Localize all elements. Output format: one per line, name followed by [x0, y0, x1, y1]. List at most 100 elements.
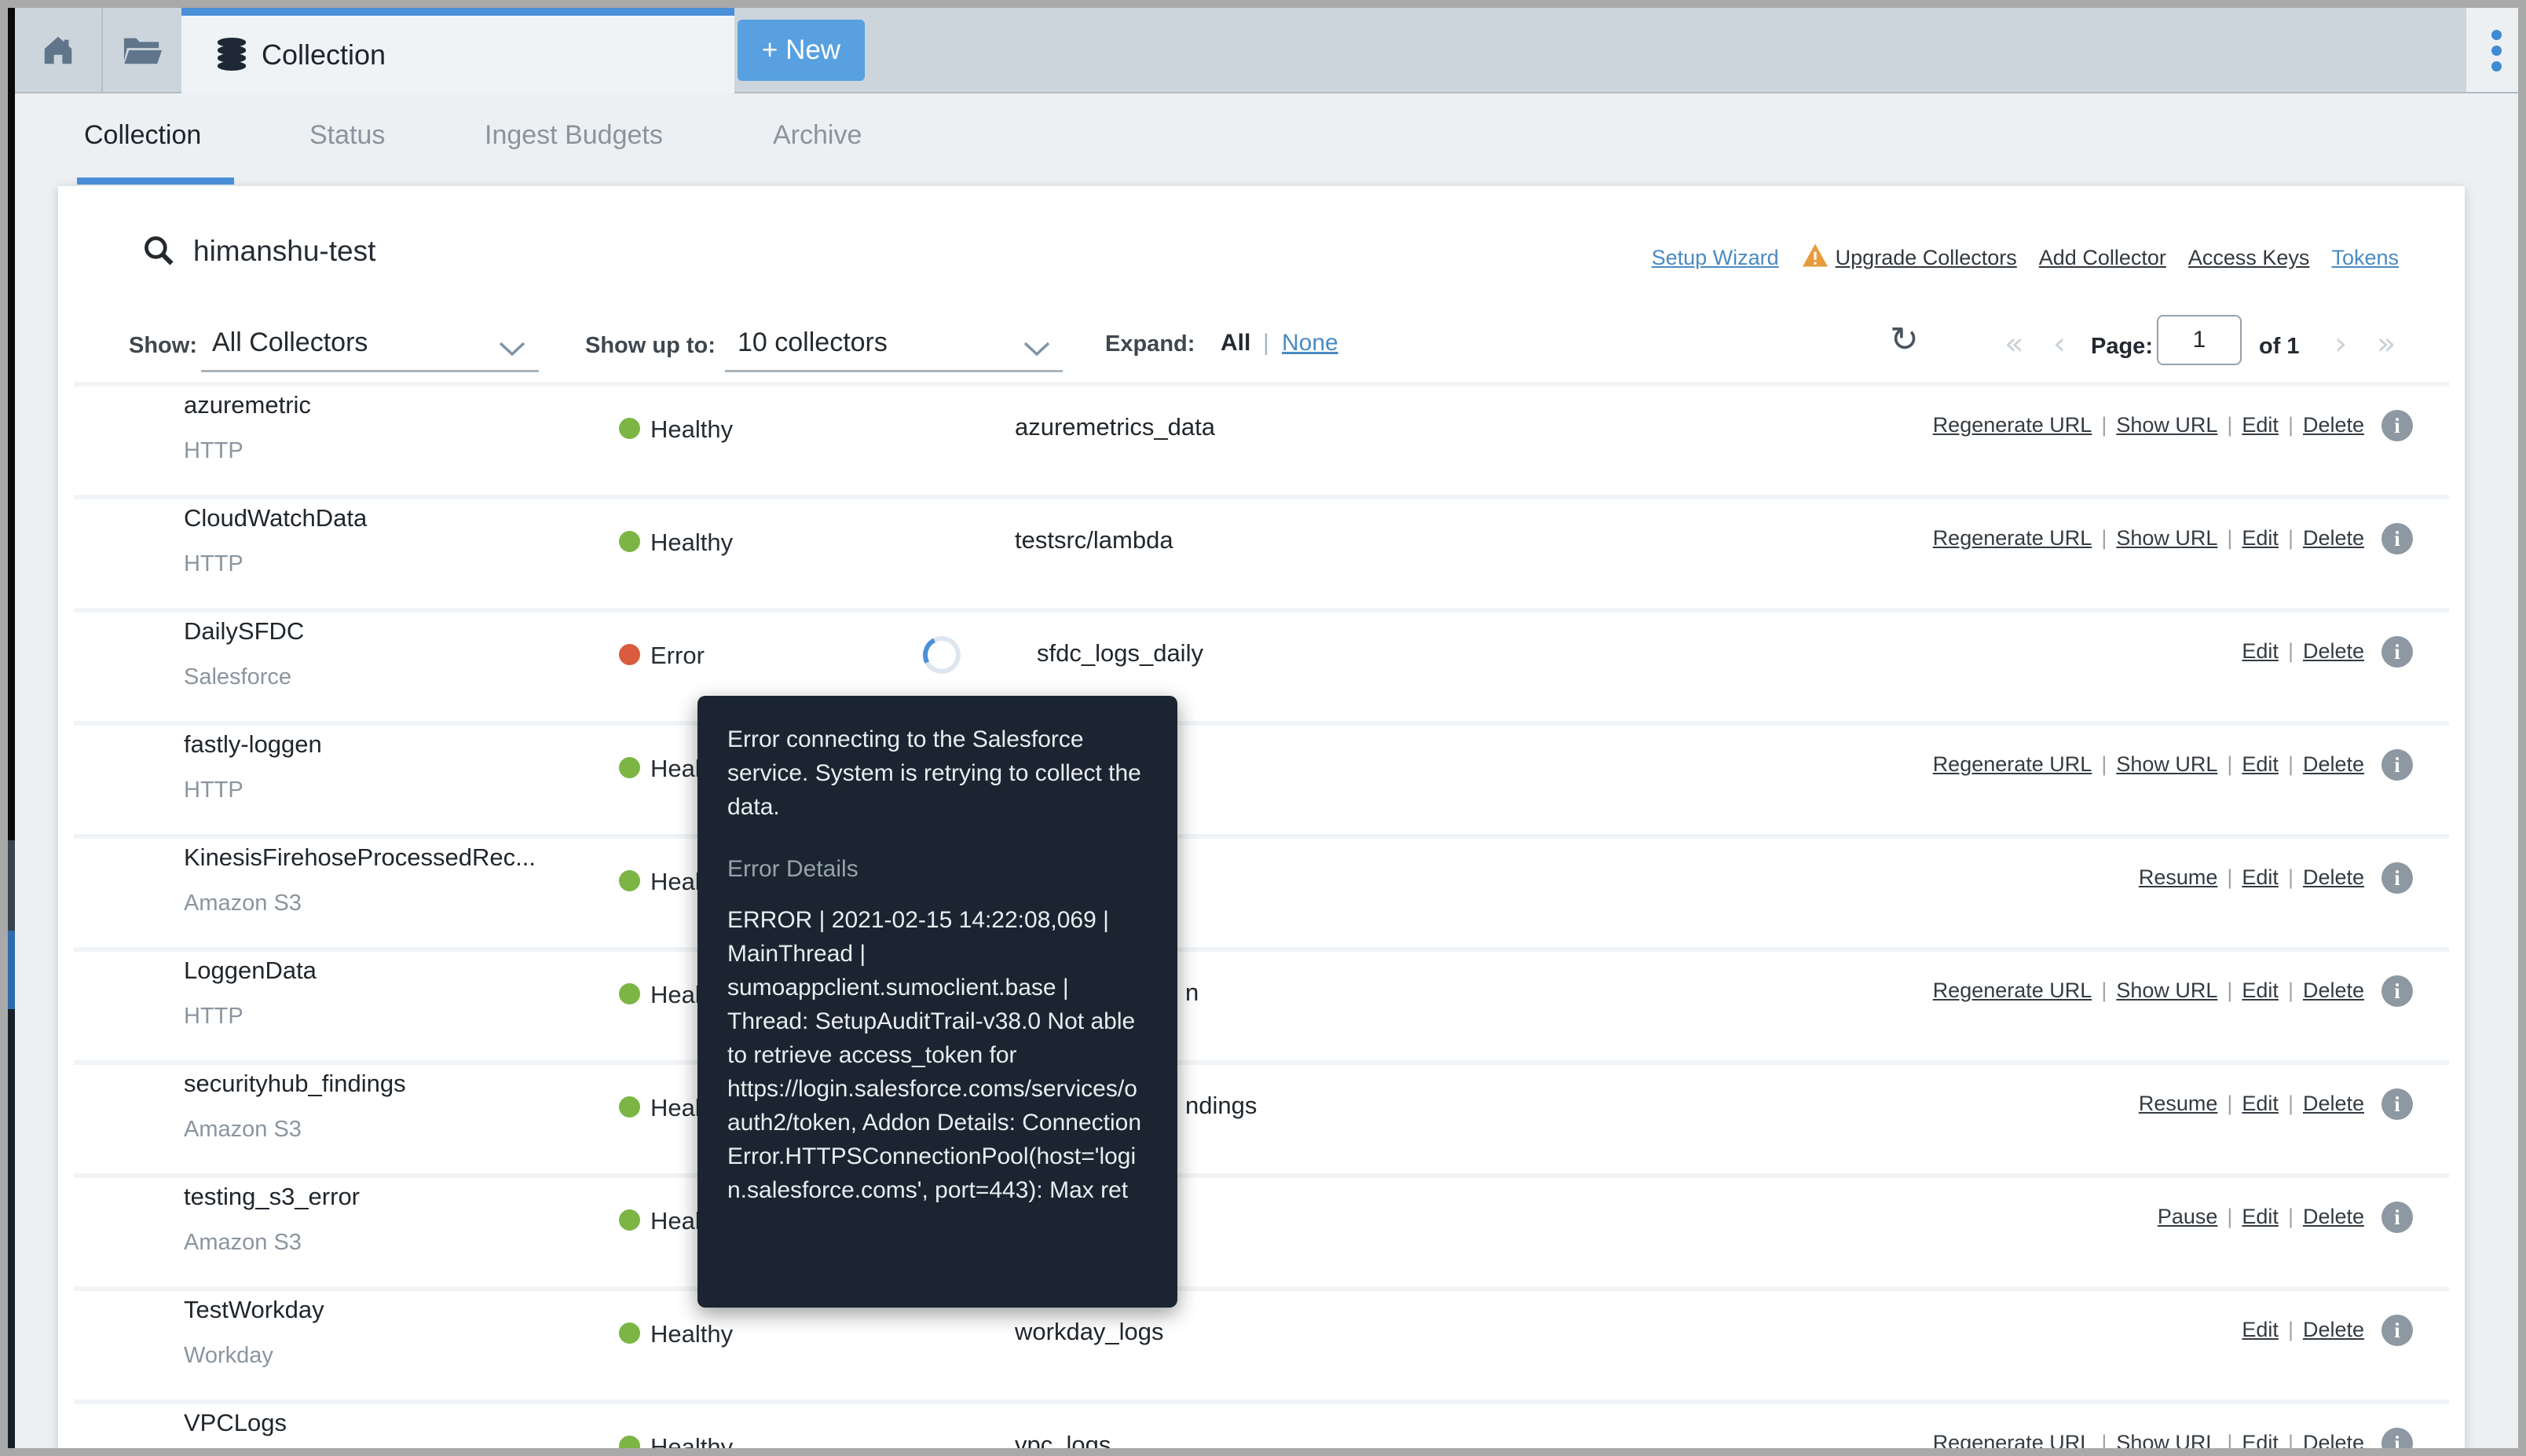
collector-type: HTTP	[184, 777, 243, 803]
next-page-icon[interactable]: ›	[2334, 326, 2347, 362]
row-action-regenerate-url[interactable]: Regenerate URL	[1933, 526, 2092, 550]
row-action-edit[interactable]: Edit	[2242, 979, 2279, 1002]
collector-name[interactable]: fastly-loggen	[184, 730, 322, 759]
collector-name[interactable]: TestWorkday	[184, 1296, 324, 1324]
active-subtab-underline	[77, 177, 234, 185]
home-tab[interactable]	[15, 8, 103, 92]
collector-name[interactable]: VPCLogs	[184, 1409, 287, 1437]
row-action-delete[interactable]: Delete	[2303, 1205, 2364, 1228]
subtab-collection[interactable]: Collection	[84, 120, 201, 151]
row-action-edit[interactable]: Edit	[2242, 1205, 2279, 1228]
row-actions: Resume | Edit | Delete	[2138, 865, 2364, 889]
row-action-edit[interactable]: Edit	[2242, 865, 2279, 889]
info-icon[interactable]: i	[2381, 523, 2413, 554]
link-access-keys[interactable]: Access Keys	[2188, 246, 2310, 270]
link-setup-wizard[interactable]: Setup Wizard	[1652, 246, 1779, 270]
row-action-edit[interactable]: Edit	[2242, 1092, 2279, 1115]
prev-page-icon[interactable]: ‹	[2053, 326, 2066, 362]
row-action-show-url[interactable]: Show URL	[2116, 1431, 2217, 1448]
row-action-delete[interactable]: Delete	[2303, 413, 2364, 437]
active-tab-label: Collection	[262, 38, 386, 71]
row-action-delete[interactable]: Delete	[2303, 752, 2364, 776]
source-name: workday_logs	[1015, 1318, 1164, 1345]
row-action-show-url[interactable]: Show URL	[2116, 413, 2217, 437]
row-action-delete[interactable]: Delete	[2303, 865, 2364, 889]
collector-type: HTTP	[184, 551, 243, 576]
link-tokens[interactable]: Tokens	[2331, 246, 2399, 270]
chevron-down-icon[interactable]	[1023, 340, 1051, 361]
row-action-edit[interactable]: Edit	[2242, 1431, 2279, 1448]
row-action-delete[interactable]: Delete	[2303, 526, 2364, 550]
info-icon[interactable]: i	[2381, 749, 2413, 781]
subtab-ingest-budgets[interactable]: Ingest Budgets	[485, 120, 663, 151]
status-label: Healthy	[650, 415, 734, 443]
collector-name[interactable]: azuremetric	[184, 391, 311, 419]
collector-links: Setup Wizard Upgrade Collectors Add Collec…	[1652, 243, 2399, 273]
show-dropdown[interactable]: All Collectors	[212, 327, 368, 358]
info-icon[interactable]: i	[2381, 862, 2413, 894]
link-add-collector[interactable]: Add Collector	[2039, 246, 2166, 270]
info-icon[interactable]: i	[2381, 975, 2413, 1007]
expand-separator: |	[1263, 330, 1269, 356]
row-divider	[74, 608, 2449, 613]
row-action-show-url[interactable]: Show URL	[2116, 752, 2217, 776]
status-dot	[619, 870, 640, 891]
info-icon[interactable]: i	[2381, 1202, 2413, 1233]
row-action-resume[interactable]: Resume	[2139, 1092, 2218, 1115]
expand-none-link[interactable]: None	[1282, 330, 1338, 357]
show-up-to-dropdown[interactable]: 10 collectors	[738, 327, 888, 358]
status-dot	[619, 1209, 640, 1231]
row-actions: Regenerate URL | Show URL | Edit | Delete	[1932, 979, 2364, 1002]
first-page-icon[interactable]: «	[2004, 326, 2023, 362]
search-icon[interactable]	[141, 233, 176, 272]
last-page-icon[interactable]: »	[2377, 326, 2396, 362]
row-actions: Edit | Delete	[2242, 1318, 2364, 1341]
row-action-delete[interactable]: Delete	[2303, 1092, 2364, 1115]
subtab-status[interactable]: Status	[309, 120, 385, 151]
loading-spinner-icon	[917, 631, 966, 679]
row-action-regenerate-url[interactable]: Regenerate URL	[1933, 979, 2092, 1002]
collector-name[interactable]: testing_s3_error	[184, 1183, 360, 1211]
collector-name[interactable]: securityhub_findings	[184, 1070, 406, 1098]
search-input[interactable]: himanshu-test	[193, 235, 375, 268]
row-action-edit[interactable]: Edit	[2242, 413, 2279, 437]
chevron-down-icon[interactable]	[498, 340, 526, 361]
row-action-resume[interactable]: Resume	[2139, 865, 2218, 889]
page-number-input[interactable]	[2157, 315, 2242, 365]
collector-name[interactable]: LoggenData	[184, 957, 317, 985]
row-action-show-url[interactable]: Show URL	[2116, 526, 2217, 550]
row-action-delete[interactable]: Delete	[2303, 1318, 2364, 1341]
collector-name[interactable]: KinesisFirehoseProcessedRec...	[184, 843, 536, 872]
expand-all-link[interactable]: All	[1221, 330, 1250, 357]
subtab-archive[interactable]: Archive	[773, 120, 862, 151]
row-action-edit[interactable]: Edit	[2242, 752, 2279, 776]
info-icon[interactable]: i	[2381, 1315, 2413, 1346]
source-name-fragment: n	[1185, 979, 1199, 1006]
new-button[interactable]: + New	[738, 20, 865, 81]
collector-name[interactable]: CloudWatchData	[184, 504, 367, 532]
row-action-show-url[interactable]: Show URL	[2116, 979, 2217, 1002]
row-action-pause[interactable]: Pause	[2158, 1205, 2218, 1228]
row-action-edit[interactable]: Edit	[2242, 526, 2279, 550]
link-upgrade-collectors[interactable]: Upgrade Collectors	[1801, 243, 2017, 273]
collector-name[interactable]: DailySFDC	[184, 617, 304, 646]
row-action-edit[interactable]: Edit	[2242, 639, 2279, 663]
info-icon[interactable]: i	[2381, 410, 2413, 441]
row-divider	[74, 1286, 2449, 1291]
info-icon[interactable]: i	[2381, 636, 2413, 668]
row-action-edit[interactable]: Edit	[2242, 1318, 2279, 1341]
folder-tab[interactable]	[103, 8, 183, 92]
row-action-regenerate-url[interactable]: Regenerate URL	[1933, 413, 2092, 437]
kebab-menu-icon[interactable]	[2491, 30, 2502, 71]
collector-type: HTTP	[184, 1004, 243, 1029]
refresh-icon[interactable]: ↻	[1890, 320, 1919, 360]
row-action-delete[interactable]: Delete	[2303, 639, 2364, 663]
tab-collection[interactable]: Collection	[181, 8, 734, 93]
row-action-delete[interactable]: Delete	[2303, 1431, 2364, 1448]
row-action-regenerate-url[interactable]: Regenerate URL	[1933, 752, 2092, 776]
row-action-regenerate-url[interactable]: Regenerate URL	[1933, 1431, 2092, 1448]
info-icon[interactable]: i	[2381, 1088, 2413, 1120]
info-icon[interactable]: i	[2381, 1428, 2413, 1448]
row-actions: Resume | Edit | Delete	[2138, 1092, 2364, 1115]
row-action-delete[interactable]: Delete	[2303, 979, 2364, 1002]
